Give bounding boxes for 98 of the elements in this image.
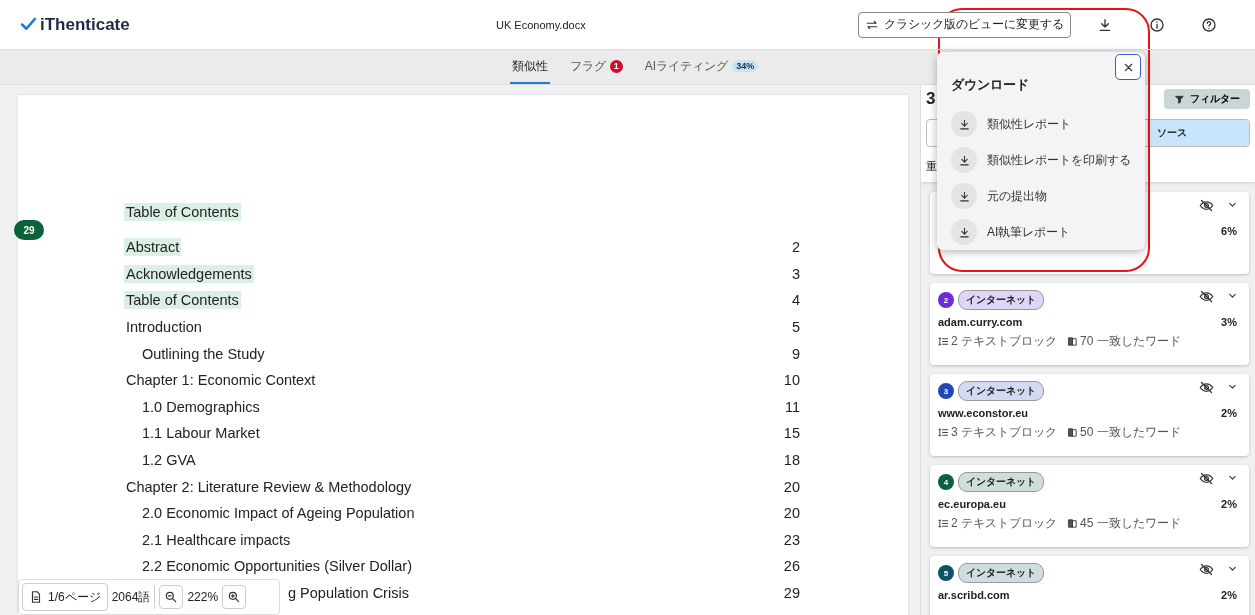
toc-entry: 2.0 Economic Impact of Ageing Population xyxy=(141,504,416,523)
zoom-out-icon xyxy=(164,590,179,604)
list-icon xyxy=(938,336,949,347)
toc-entry: Table of Contents xyxy=(124,291,241,310)
eye-slash-icon[interactable] xyxy=(1199,198,1214,213)
source-name: ar.scribd.com xyxy=(938,589,1010,601)
match-percent: 6% xyxy=(1221,225,1237,237)
toc-entry: 2.1 Healthcare impacts xyxy=(141,530,292,549)
toc-entry: Acknowledgements xyxy=(124,264,254,283)
match-percent: 2% xyxy=(1221,498,1237,510)
list-icon xyxy=(938,427,949,438)
page-indicator[interactable]: 1/6ページ xyxy=(22,583,108,611)
page-number: 20 xyxy=(783,505,800,522)
document-icon xyxy=(29,590,43,604)
eye-slash-icon[interactable] xyxy=(1199,289,1214,304)
page-number: 10 xyxy=(783,372,800,389)
source-tag: インターネット xyxy=(958,472,1044,492)
file-name: UK Economy.docx xyxy=(495,18,587,31)
toc-entry: 2.2 Economic Opportunities (Silver Dollar) xyxy=(141,557,413,576)
word-match-count: 50 一致したワード xyxy=(1080,424,1181,441)
page-number: 26 xyxy=(783,558,800,575)
segment-tab[interactable]: ソース xyxy=(1147,120,1249,146)
source-tag: インターネット xyxy=(958,563,1044,583)
download-icon xyxy=(957,189,971,203)
count-badge: 1 xyxy=(609,59,623,73)
eye-slash-icon[interactable] xyxy=(1199,562,1214,577)
download-icon[interactable] xyxy=(1097,16,1113,33)
page-number: 2 xyxy=(791,239,800,256)
zoom-in-icon xyxy=(227,590,242,604)
source-name: adam.curry.com xyxy=(938,316,1023,328)
word-count: 2064語 xyxy=(111,588,151,606)
source-number: 4 xyxy=(938,474,954,490)
toc-entry: Introduction xyxy=(125,318,203,337)
funnel-icon xyxy=(1174,93,1185,105)
page-number: 5 xyxy=(791,319,800,336)
zoom-out-button[interactable] xyxy=(159,585,184,609)
source-name: www.econstor.eu xyxy=(938,407,1029,419)
pages-icon xyxy=(1067,336,1078,347)
download-option[interactable]: 元の提出物 xyxy=(951,178,1047,214)
toc-entry: 1.1 Labour Market xyxy=(141,424,261,443)
download-option[interactable]: AI執筆レポート xyxy=(951,214,1071,250)
toc-entry: g Population Crisis xyxy=(287,584,410,602)
toc-title: Table of Contents xyxy=(124,203,241,221)
download-option[interactable]: 類似性レポートを印刷する xyxy=(951,142,1131,178)
filter-button[interactable]: フィルター xyxy=(1164,89,1250,109)
block-count: 2 テキストブロック xyxy=(951,515,1057,532)
pages-icon xyxy=(1067,518,1078,529)
toc-entry: Outlining the Study xyxy=(141,344,266,363)
info-icon[interactable] xyxy=(1149,16,1165,33)
list-icon xyxy=(938,518,949,529)
toc-entry: Chapter 1: Economic Context xyxy=(125,371,317,390)
sort-label: 重 xyxy=(926,159,937,174)
source-number: 3 xyxy=(938,383,954,399)
page-number: 9 xyxy=(791,345,800,362)
word-match-count: 45 一致したワード xyxy=(1080,515,1181,532)
toc-entry: Abstract xyxy=(124,238,182,257)
block-count: 3 テキストブロック xyxy=(951,424,1057,441)
zoom-level: 222% xyxy=(187,590,219,604)
page-number: 3 xyxy=(791,265,800,282)
tab[interactable]: フラグ 1 xyxy=(567,50,625,84)
pages-icon xyxy=(1067,427,1078,438)
page-number: 15 xyxy=(783,425,800,442)
match-marker[interactable]: 29 xyxy=(14,220,44,240)
page-number: 4 xyxy=(791,292,800,309)
source-count: 3 xyxy=(926,89,936,109)
tab[interactable]: AIライティング 34% xyxy=(642,50,761,84)
block-count: 2 テキストブロック xyxy=(951,333,1057,350)
toc-entry: Chapter 2: Literature Review & Methodology xyxy=(125,477,413,496)
page-number: 20 xyxy=(783,478,800,495)
eye-slash-icon[interactable] xyxy=(1199,471,1214,486)
download-icon xyxy=(957,225,971,239)
page-number: 29 xyxy=(783,585,800,601)
percent-badge: 34% xyxy=(732,60,759,72)
source-tag: インターネット xyxy=(958,290,1044,310)
download-option[interactable]: 類似性レポート xyxy=(951,106,1071,142)
classic-view-button[interactable]: クラシック版のビューに変更する xyxy=(858,11,1071,38)
source-tag: インターネット xyxy=(958,381,1044,401)
page-number: 11 xyxy=(784,398,800,415)
help-icon[interactable] xyxy=(1201,16,1217,33)
zoom-in-button[interactable] xyxy=(222,585,247,609)
match-percent: 3% xyxy=(1221,316,1237,328)
source-name: ec.europa.eu xyxy=(938,498,1006,510)
page-number: 23 xyxy=(783,531,800,548)
toc-entry: 1.0 Demographics xyxy=(141,397,261,416)
download-icon xyxy=(957,117,971,131)
word-match-count: 70 一致したワード xyxy=(1080,333,1181,350)
page-number: 18 xyxy=(783,452,800,469)
source-number: 5 xyxy=(938,565,954,581)
check-icon xyxy=(20,16,37,33)
logo-text: iThenticate xyxy=(40,14,130,35)
match-percent: 2% xyxy=(1221,589,1237,601)
source-number: 2 xyxy=(938,292,954,308)
match-percent: 2% xyxy=(1221,407,1237,419)
popup-title: ダウンロード xyxy=(951,76,1030,94)
toc-entry: 1.2 GVA xyxy=(141,451,197,470)
eye-slash-icon[interactable] xyxy=(1199,380,1214,395)
download-icon xyxy=(957,153,971,167)
close-button[interactable] xyxy=(1115,54,1141,80)
